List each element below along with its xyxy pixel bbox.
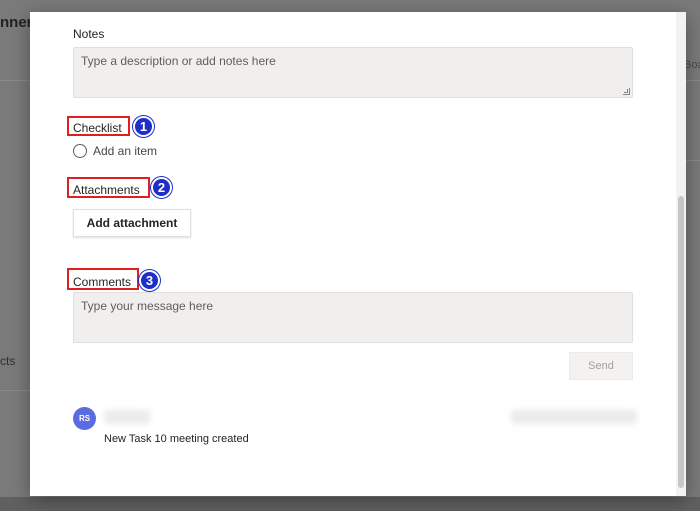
- task-details-dialog: Notes Type a description or add notes he…: [30, 12, 686, 496]
- add-item-label[interactable]: Add an item: [93, 144, 157, 158]
- divider: [0, 80, 30, 81]
- comment-input[interactable]: Type your message here: [73, 292, 633, 343]
- board-fragment: Boa: [684, 59, 700, 71]
- add-attachment-button[interactable]: Add attachment: [73, 209, 191, 237]
- resize-handle-icon[interactable]: [623, 88, 630, 95]
- divider: [686, 80, 700, 81]
- comment-placeholder: Type your message here: [81, 299, 214, 313]
- attachments-label: Attachments: [73, 183, 140, 197]
- app-title-fragment: nner: [0, 14, 33, 31]
- annotation-badge-1: 1: [133, 116, 154, 137]
- left-fragment: cts: [0, 354, 16, 368]
- comments-label: Comments: [73, 275, 132, 289]
- redacted-user-name: [104, 410, 150, 424]
- redacted-timestamp: [511, 410, 637, 424]
- add-checklist-item[interactable]: Add an item: [73, 144, 157, 158]
- checklist-radio-icon[interactable]: [73, 144, 87, 158]
- notes-placeholder: Type a description or add notes here: [81, 54, 276, 68]
- divider: [0, 390, 30, 391]
- activity-message: New Task 10 meeting created: [104, 433, 249, 445]
- send-button[interactable]: Send: [569, 352, 633, 380]
- scrollbar-thumb[interactable]: [678, 196, 684, 488]
- notes-label: Notes: [73, 27, 105, 41]
- notes-textarea[interactable]: Type a description or add notes here: [73, 47, 633, 98]
- checklist-label: Checklist: [73, 121, 122, 135]
- bottom-bar: [0, 497, 700, 511]
- scrollbar[interactable]: [676, 12, 686, 496]
- divider: [686, 160, 700, 161]
- annotation-badge-2: 2: [151, 177, 172, 198]
- annotation-badge-3: 3: [139, 270, 160, 291]
- avatar: RS: [73, 407, 96, 430]
